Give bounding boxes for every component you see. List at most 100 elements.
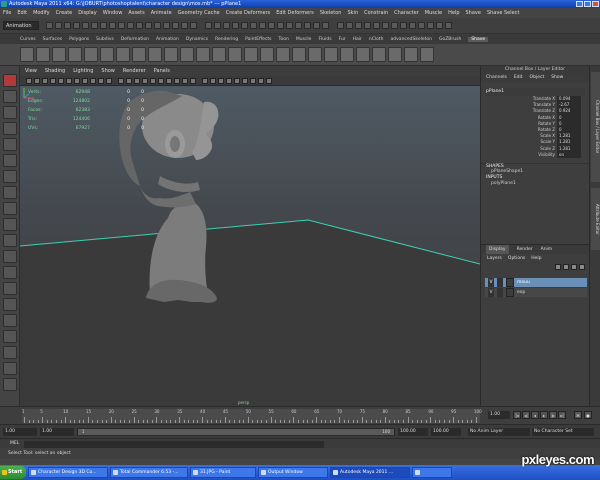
status-line-tool-icon[interactable] <box>250 22 257 29</box>
shelf-tool-icon[interactable] <box>180 47 194 62</box>
status-line-tool-icon[interactable] <box>346 22 353 29</box>
status-line-tool-icon[interactable] <box>337 22 344 29</box>
status-line-tool-icon[interactable] <box>232 22 239 29</box>
taskbar-item[interactable]: Autodesk Maya 2011 ... <box>330 467 410 478</box>
menu-animate[interactable]: Animate <box>151 10 172 16</box>
shelf-tool-icon[interactable] <box>84 47 98 62</box>
panel-toolbar-icon[interactable] <box>34 78 40 84</box>
channel-attribute-row[interactable]: Visibility on <box>481 151 589 158</box>
layer-color-swatch[interactable] <box>506 278 514 287</box>
lasso-tool-icon[interactable] <box>3 90 17 103</box>
status-line-tool-icon[interactable] <box>427 22 434 29</box>
channel-box-menu-show[interactable]: Show <box>551 74 563 82</box>
status-line-tool-icon[interactable] <box>277 22 284 29</box>
shelf-tool-icon[interactable] <box>260 47 274 62</box>
shelf-tool-icon[interactable] <box>196 47 210 62</box>
menu-file[interactable]: File <box>3 10 11 16</box>
shelf-tab-muscle[interactable]: Muscle <box>296 37 312 42</box>
channel-box-menu-channels[interactable]: Channels <box>486 74 507 82</box>
show-manipulator-tool-icon[interactable] <box>3 202 17 215</box>
status-line-tool-icon[interactable] <box>214 22 221 29</box>
shelf-tab-advancedskeleton[interactable]: advancedSkeleton <box>391 37 432 42</box>
shelf-tab-polygons[interactable]: Polygons <box>69 37 89 42</box>
panel-toolbar-icon[interactable] <box>266 78 272 84</box>
shelf-tool-icon[interactable] <box>52 47 66 62</box>
menu-constrain[interactable]: Constrain <box>364 10 388 16</box>
status-line-tool-icon[interactable] <box>91 22 98 29</box>
shelf-tab-curves[interactable]: Curves <box>20 37 36 42</box>
status-line-tool-icon[interactable] <box>205 22 212 29</box>
step-back-icon[interactable]: ◂| <box>522 411 530 419</box>
menu-shave[interactable]: Shave <box>466 10 481 16</box>
status-line-tool-icon[interactable] <box>400 22 407 29</box>
status-line-tool-icon[interactable] <box>82 22 89 29</box>
shelf-tab-animation[interactable]: Animation <box>156 37 179 42</box>
layer-options-icon[interactable] <box>563 264 569 270</box>
shelf-tab-ncloth[interactable]: nCloth <box>369 37 384 42</box>
taskbar-item[interactable]: Output Window <box>258 467 328 478</box>
shelf-tab-painteffects[interactable]: PaintEffects <box>245 37 271 42</box>
panel-toolbar-icon[interactable] <box>126 78 132 84</box>
panel-toolbar-icon[interactable] <box>74 78 80 84</box>
layer-visibility-toggle[interactable]: V <box>488 288 494 297</box>
panel-toolbar-icon[interactable] <box>210 78 216 84</box>
shelf-tab-rendering[interactable]: Rendering <box>215 37 238 42</box>
last-tool-tool-icon[interactable] <box>3 218 17 231</box>
paint-select-tool-icon[interactable] <box>3 106 17 119</box>
status-line-tool-icon[interactable] <box>64 22 71 29</box>
status-line-tool-icon[interactable] <box>445 22 452 29</box>
key-icon[interactable]: ⌘ <box>574 411 582 419</box>
panel-toolbar-icon[interactable] <box>258 78 264 84</box>
playback-start-field[interactable]: 1.00 <box>40 428 74 436</box>
status-line-tool-icon[interactable] <box>313 22 320 29</box>
shelf-tool-icon[interactable] <box>132 47 146 62</box>
go-to-end-icon[interactable]: ▸| <box>558 411 566 419</box>
menu-shave-select[interactable]: Shave Select <box>487 10 519 16</box>
shelf-tab-fur[interactable]: Fur <box>339 37 346 42</box>
current-frame-field[interactable]: 1.00 <box>488 411 510 419</box>
universal-manipulator-tool-icon[interactable] <box>3 170 17 183</box>
command-input[interactable] <box>24 441 324 448</box>
maximize-icon[interactable] <box>584 1 591 7</box>
menu-muscle[interactable]: Muscle <box>425 10 442 16</box>
status-line-tool-icon[interactable] <box>55 22 62 29</box>
status-line-tool-icon[interactable] <box>118 22 125 29</box>
play-forward-icon[interactable]: ▸ <box>540 411 548 419</box>
status-line-tool-icon[interactable] <box>382 22 389 29</box>
status-line-tool-icon[interactable] <box>172 22 179 29</box>
taskbar-item[interactable]: Character Design 3D Co... <box>28 467 108 478</box>
panel-toolbar-icon[interactable] <box>58 78 64 84</box>
status-line-tool-icon[interactable] <box>373 22 380 29</box>
single-view-layout-tool-icon[interactable] <box>3 250 17 263</box>
go-to-start-icon[interactable]: |◂ <box>513 411 521 419</box>
shelf-tool-icon[interactable] <box>308 47 322 62</box>
menu-create[interactable]: Create <box>56 10 73 16</box>
panel-menu-view[interactable]: View <box>25 68 37 74</box>
shelf-tool-icon[interactable] <box>340 47 354 62</box>
graph-editor-layout-tool-icon[interactable] <box>3 378 17 391</box>
status-line-tool-icon[interactable] <box>145 22 152 29</box>
status-line-tool-icon[interactable] <box>268 22 275 29</box>
status-line-tool-icon[interactable] <box>73 22 80 29</box>
input-node[interactable]: polyPlane1 <box>481 181 589 187</box>
status-line-tool-icon[interactable] <box>46 22 53 29</box>
panel-toolbar-icon[interactable] <box>226 78 232 84</box>
selected-object-name[interactable]: pPlane1 <box>485 88 585 96</box>
character-set-select[interactable]: No Character Set <box>532 428 594 436</box>
shelf-tool-icon[interactable] <box>212 47 226 62</box>
panel-toolbar-icon[interactable] <box>26 78 32 84</box>
play-back-icon[interactable]: ◂ <box>531 411 539 419</box>
move-tool-icon[interactable] <box>3 122 17 135</box>
status-line-tool-icon[interactable] <box>163 22 170 29</box>
select-tool-icon[interactable] <box>3 74 17 87</box>
layer-tab-render[interactable]: Render <box>517 245 533 254</box>
status-line-tool-icon[interactable] <box>391 22 398 29</box>
shelf-tool-icon[interactable] <box>388 47 402 62</box>
scale-tool-icon[interactable] <box>3 154 17 167</box>
layer-tab-display[interactable]: Display <box>486 245 509 254</box>
layer-up-icon[interactable] <box>571 264 577 270</box>
status-line-tool-icon[interactable] <box>436 22 443 29</box>
graph-layout-tool-icon[interactable] <box>3 282 17 295</box>
panel-toolbar-icon[interactable] <box>202 78 208 84</box>
shelf-tab-hair[interactable]: Hair <box>353 37 362 42</box>
